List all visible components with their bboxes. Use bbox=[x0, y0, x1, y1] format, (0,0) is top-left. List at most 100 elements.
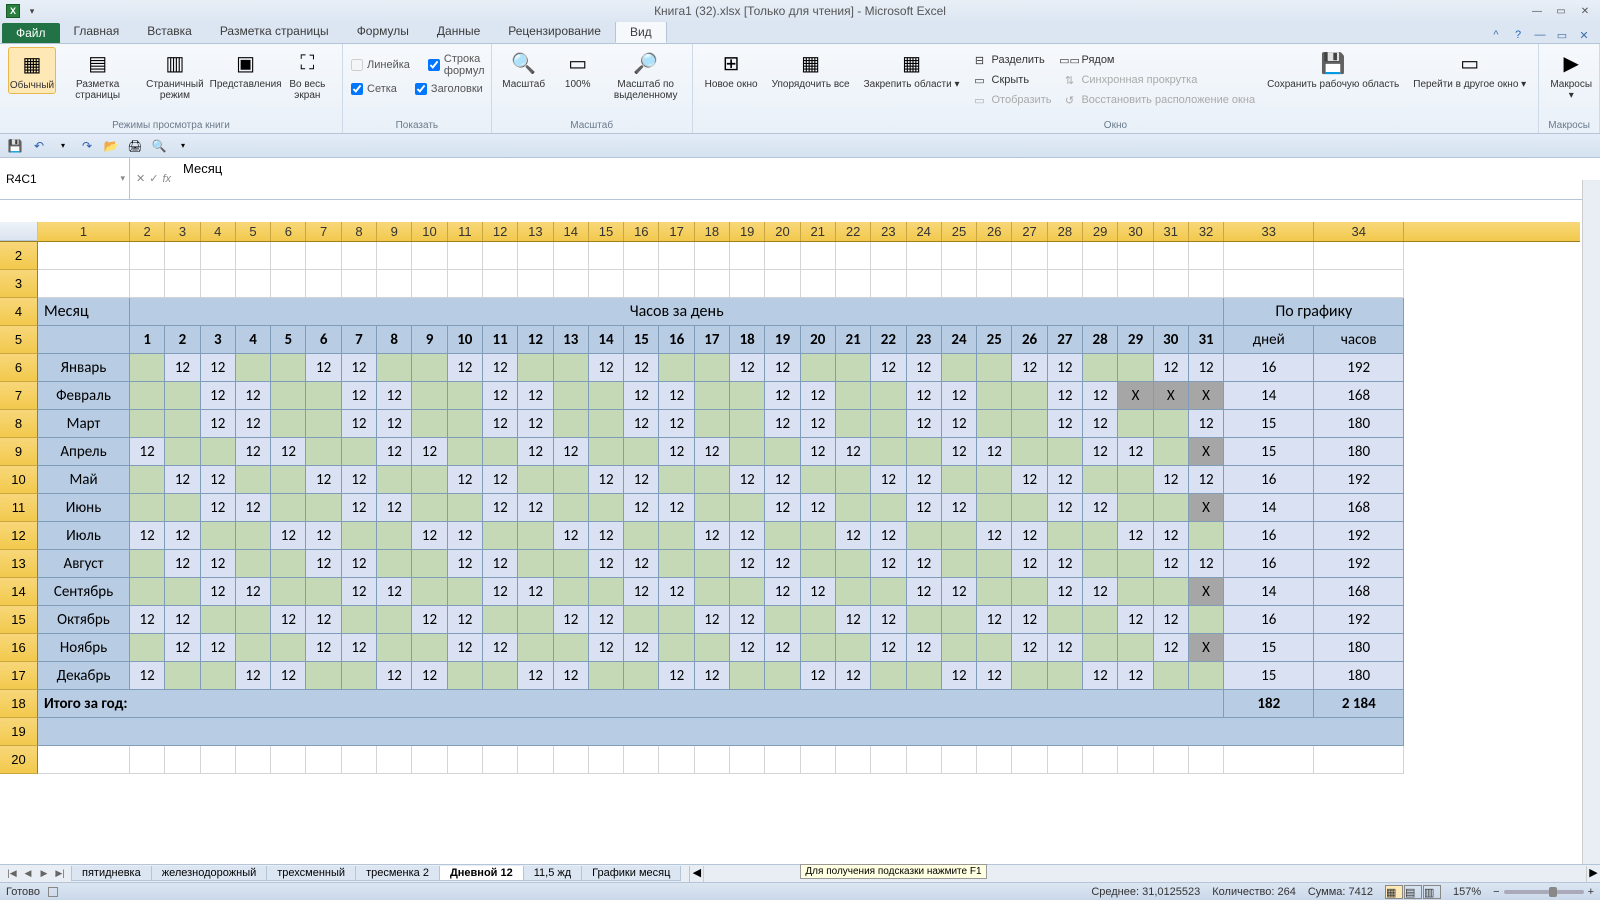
schedule-cell[interactable]: 12 bbox=[730, 606, 765, 634]
empty-cell[interactable] bbox=[236, 242, 271, 270]
day-number-header[interactable]: 28 bbox=[1083, 326, 1118, 354]
schedule-cell[interactable]: 12 bbox=[483, 550, 518, 578]
empty-cell[interactable] bbox=[1224, 746, 1314, 774]
schedule-cell[interactable]: 12 bbox=[306, 354, 341, 382]
schedule-cell[interactable]: 12 bbox=[306, 550, 341, 578]
reset-position-button[interactable]: ↺Восстановить расположение окна bbox=[1059, 91, 1257, 109]
schedule-cell[interactable] bbox=[483, 438, 518, 466]
day-number-header[interactable]: 26 bbox=[1012, 326, 1047, 354]
schedule-cell[interactable] bbox=[448, 382, 483, 410]
column-header[interactable]: 34 bbox=[1314, 222, 1404, 241]
schedule-cell[interactable] bbox=[1154, 662, 1189, 690]
schedule-cell[interactable]: 12 bbox=[659, 494, 694, 522]
schedule-cell[interactable] bbox=[377, 354, 412, 382]
day-number-header[interactable]: 16 bbox=[659, 326, 694, 354]
schedule-cell[interactable]: 12 bbox=[201, 550, 236, 578]
schedule-cell[interactable] bbox=[377, 634, 412, 662]
column-header[interactable]: 10 bbox=[412, 222, 447, 241]
row-header[interactable]: 12 bbox=[0, 522, 38, 550]
sheet-tab[interactable]: пятидневка bbox=[71, 866, 152, 881]
name-box[interactable]: R4C1 bbox=[0, 158, 130, 199]
row-header[interactable]: 9 bbox=[0, 438, 38, 466]
column-header[interactable]: 9 bbox=[377, 222, 412, 241]
zoom-slider[interactable] bbox=[1504, 890, 1584, 894]
day-number-header[interactable]: 21 bbox=[836, 326, 871, 354]
schedule-cell[interactable] bbox=[306, 410, 341, 438]
schedule-cell[interactable] bbox=[236, 606, 271, 634]
schedule-cell[interactable] bbox=[977, 578, 1012, 606]
schedule-cell[interactable]: 12 bbox=[236, 494, 271, 522]
zoom-level[interactable]: 157% bbox=[1453, 886, 1481, 898]
schedule-cell[interactable]: X bbox=[1189, 438, 1224, 466]
schedule-cell[interactable]: 12 bbox=[624, 578, 659, 606]
empty-cell[interactable] bbox=[836, 746, 871, 774]
schedule-cell[interactable]: 12 bbox=[236, 438, 271, 466]
empty-cell[interactable] bbox=[165, 242, 200, 270]
day-number-header[interactable]: 25 bbox=[977, 326, 1012, 354]
empty-cell[interactable] bbox=[38, 270, 130, 298]
day-number-header[interactable]: 12 bbox=[518, 326, 553, 354]
schedule-cell[interactable]: 12 bbox=[306, 634, 341, 662]
empty-cell[interactable] bbox=[1224, 270, 1314, 298]
schedule-cell[interactable] bbox=[1048, 438, 1083, 466]
cancel-formula-icon[interactable]: ✕ bbox=[136, 172, 145, 185]
empty-cell[interactable] bbox=[554, 270, 589, 298]
empty-cell[interactable] bbox=[518, 270, 553, 298]
empty-cell[interactable] bbox=[659, 746, 694, 774]
empty-cell[interactable] bbox=[801, 242, 836, 270]
schedule-cell[interactable] bbox=[130, 354, 165, 382]
schedule-cell[interactable]: 12 bbox=[201, 382, 236, 410]
schedule-cell[interactable] bbox=[730, 494, 765, 522]
schedule-cell[interactable] bbox=[554, 354, 589, 382]
schedule-cell[interactable] bbox=[836, 466, 871, 494]
column-header[interactable]: 19 bbox=[730, 222, 765, 241]
empty-cell[interactable] bbox=[412, 242, 447, 270]
column-header[interactable]: 22 bbox=[836, 222, 871, 241]
day-number-header[interactable]: 11 bbox=[483, 326, 518, 354]
hours-sum-cell[interactable]: 192 bbox=[1314, 354, 1404, 382]
full-screen-button[interactable]: ⛶Во весь экран bbox=[281, 47, 334, 103]
schedule-cell[interactable]: 12 bbox=[1012, 466, 1047, 494]
schedule-cell[interactable] bbox=[730, 382, 765, 410]
schedule-cell[interactable]: 12 bbox=[165, 522, 200, 550]
schedule-cell[interactable]: 12 bbox=[801, 494, 836, 522]
first-sheet-icon[interactable]: |◀ bbox=[4, 866, 20, 882]
column-header[interactable]: 7 bbox=[306, 222, 341, 241]
empty-cell[interactable] bbox=[589, 746, 624, 774]
schedule-cell[interactable]: 12 bbox=[130, 662, 165, 690]
schedule-cell[interactable] bbox=[765, 606, 800, 634]
schedule-cell[interactable]: 12 bbox=[942, 494, 977, 522]
schedule-cell[interactable] bbox=[977, 354, 1012, 382]
schedule-cell[interactable]: 12 bbox=[730, 354, 765, 382]
schedule-cell[interactable] bbox=[942, 466, 977, 494]
schedule-cell[interactable] bbox=[942, 354, 977, 382]
hours-sum-cell[interactable]: 168 bbox=[1314, 494, 1404, 522]
arrange-all-button[interactable]: ▦Упорядочить все bbox=[768, 47, 854, 92]
empty-cell[interactable] bbox=[236, 746, 271, 774]
split-button[interactable]: ⊟Разделить bbox=[970, 51, 1054, 69]
schedule-cell[interactable] bbox=[836, 494, 871, 522]
schedule-cell[interactable]: 12 bbox=[1012, 606, 1047, 634]
schedule-cell[interactable]: 12 bbox=[801, 578, 836, 606]
empty-cell[interactable] bbox=[306, 270, 341, 298]
schedule-cell[interactable]: 12 bbox=[271, 606, 306, 634]
column-header[interactable]: 33 bbox=[1224, 222, 1314, 241]
schedule-cell[interactable]: 12 bbox=[977, 606, 1012, 634]
schedule-cell[interactable] bbox=[942, 522, 977, 550]
row-header[interactable]: 5 bbox=[0, 326, 38, 354]
schedule-cell[interactable]: 12 bbox=[871, 354, 906, 382]
schedule-cell[interactable] bbox=[130, 578, 165, 606]
freeze-panes-button[interactable]: ▦Закрепить области ▾ bbox=[860, 47, 964, 92]
schedule-cell[interactable] bbox=[695, 494, 730, 522]
empty-cell[interactable] bbox=[38, 746, 130, 774]
schedule-cell[interactable]: 12 bbox=[412, 606, 447, 634]
schedule-cell[interactable] bbox=[130, 410, 165, 438]
column-header[interactable]: 3 bbox=[165, 222, 200, 241]
empty-cell[interactable] bbox=[201, 242, 236, 270]
schedule-cell[interactable] bbox=[589, 410, 624, 438]
schedule-cell[interactable] bbox=[342, 606, 377, 634]
schedule-cell[interactable]: 12 bbox=[1012, 550, 1047, 578]
row-header[interactable]: 3 bbox=[0, 270, 38, 298]
schedule-cell[interactable]: 12 bbox=[201, 634, 236, 662]
workbook-close-button[interactable]: ✕ bbox=[1576, 27, 1592, 43]
